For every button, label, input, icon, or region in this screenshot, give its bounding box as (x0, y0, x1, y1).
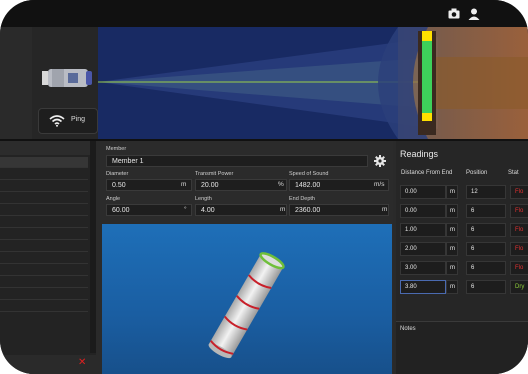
member-settings-panel: Member Member 1 Diameter 0.50 m Transmit… (100, 141, 393, 374)
list-footer: ✕ (0, 355, 96, 374)
ping-button[interactable]: Ping (38, 108, 98, 134)
transmit-power-input[interactable]: 20.00 (195, 179, 287, 191)
column-distance: Distance From End (401, 170, 453, 176)
list-item[interactable] (0, 193, 88, 204)
angle-unit: ° (184, 206, 187, 213)
app-window: Ping ✕ Member Member 1 Diameter 0.50 m T… (0, 0, 528, 374)
length-unit: m (280, 206, 286, 213)
position-cell[interactable]: 6 (466, 204, 506, 218)
user-icon[interactable] (466, 8, 482, 21)
unit-cell: m (446, 204, 458, 218)
sonar-device-image (42, 69, 92, 87)
list-item[interactable] (0, 181, 88, 192)
list-item[interactable] (0, 241, 88, 252)
transmit-power-unit: % (278, 181, 284, 188)
left-edge-panel (0, 27, 32, 139)
gear-icon[interactable] (374, 155, 386, 167)
end-depth-input[interactable]: 2360.00 (289, 204, 389, 216)
end-depth-label: End Depth (289, 196, 315, 202)
wifi-icon (49, 115, 65, 127)
column-status: Stat (508, 170, 519, 176)
distance-cell[interactable]: 3.80 (400, 280, 446, 294)
table-row[interactable]: 2.00 m 6 Flo (398, 242, 528, 256)
unit-cell: m (446, 261, 458, 275)
position-cell[interactable]: 12 (466, 185, 506, 199)
list-item[interactable] (0, 253, 88, 264)
camera-icon[interactable] (446, 8, 462, 21)
table-row[interactable]: 0.00 m 6 Flo (398, 204, 528, 218)
status-cell: Dry (510, 280, 528, 294)
end-depth-unit: m (382, 206, 388, 213)
pipe-3d-model (208, 252, 285, 359)
unit-cell: m (446, 185, 458, 199)
unit-cell: m (446, 280, 458, 294)
unit-cell: m (446, 242, 458, 256)
status-cell: Flo (510, 204, 528, 218)
speed-of-sound-unit: m/s (374, 181, 385, 188)
position-cell[interactable]: 6 (466, 280, 506, 294)
status-cell: Flo (510, 185, 528, 199)
length-label: Length (195, 196, 212, 202)
angle-input[interactable]: 60.00 (106, 204, 192, 216)
top-bar (0, 0, 528, 27)
transmit-power-label: Transmit Power (195, 171, 234, 177)
table-row[interactable]: 3.00 m 6 Flo (398, 261, 528, 275)
list-item[interactable] (0, 301, 88, 312)
close-icon[interactable]: ✕ (78, 357, 86, 368)
notes-area[interactable]: Notes (396, 321, 528, 374)
list-scrollbar[interactable] (90, 141, 96, 353)
member-list-panel: ✕ (0, 141, 96, 374)
sonar-beam-graphic (98, 27, 528, 139)
column-position: Position (466, 170, 488, 176)
position-cell[interactable]: 6 (466, 261, 506, 275)
table-row[interactable]: 1.00 m 6 Flo (398, 223, 528, 237)
readings-title: Readings (400, 149, 439, 159)
unit-cell: m (446, 223, 458, 237)
distance-cell[interactable]: 0.00 (400, 185, 446, 199)
table-row[interactable]: 3.80 m 6 Dry (398, 280, 528, 294)
sonar-view (98, 27, 528, 139)
list-item[interactable] (0, 217, 88, 228)
diameter-unit: m (181, 181, 187, 188)
status-cell: Flo (510, 223, 528, 237)
diameter-label: Diameter (106, 171, 129, 177)
position-cell[interactable]: 6 (466, 242, 506, 256)
list-item[interactable] (0, 157, 88, 168)
status-cell: Flo (510, 261, 528, 275)
speed-of-sound-label: Speed of Sound (289, 171, 329, 177)
member-label: Member (106, 146, 127, 152)
distance-cell[interactable]: 2.00 (400, 242, 446, 256)
position-cell[interactable]: 6 (466, 223, 506, 237)
distance-cell[interactable]: 0.00 (400, 204, 446, 218)
list-item[interactable] (0, 265, 88, 276)
list-item[interactable] (0, 289, 88, 300)
list-header (0, 141, 90, 155)
length-input[interactable]: 4.00 (195, 204, 287, 216)
ping-label: Ping (71, 116, 86, 123)
distance-cell[interactable]: 3.00 (400, 261, 446, 275)
list-item[interactable] (0, 205, 88, 216)
table-row[interactable]: 0.00 m 12 Flo (398, 185, 528, 199)
list-item[interactable] (0, 277, 88, 288)
model-3d-view[interactable] (102, 224, 392, 374)
readings-panel: Readings Distance From End Position Stat… (396, 141, 528, 374)
angle-label: Angle (106, 196, 121, 202)
member-field[interactable]: Member 1 (106, 155, 368, 167)
list-item[interactable] (0, 229, 88, 240)
distance-cell[interactable]: 1.00 (400, 223, 446, 237)
list-item[interactable] (0, 169, 88, 180)
diameter-input[interactable]: 0.50 (106, 179, 192, 191)
notes-label: Notes (400, 326, 416, 332)
status-cell: Flo (510, 242, 528, 256)
